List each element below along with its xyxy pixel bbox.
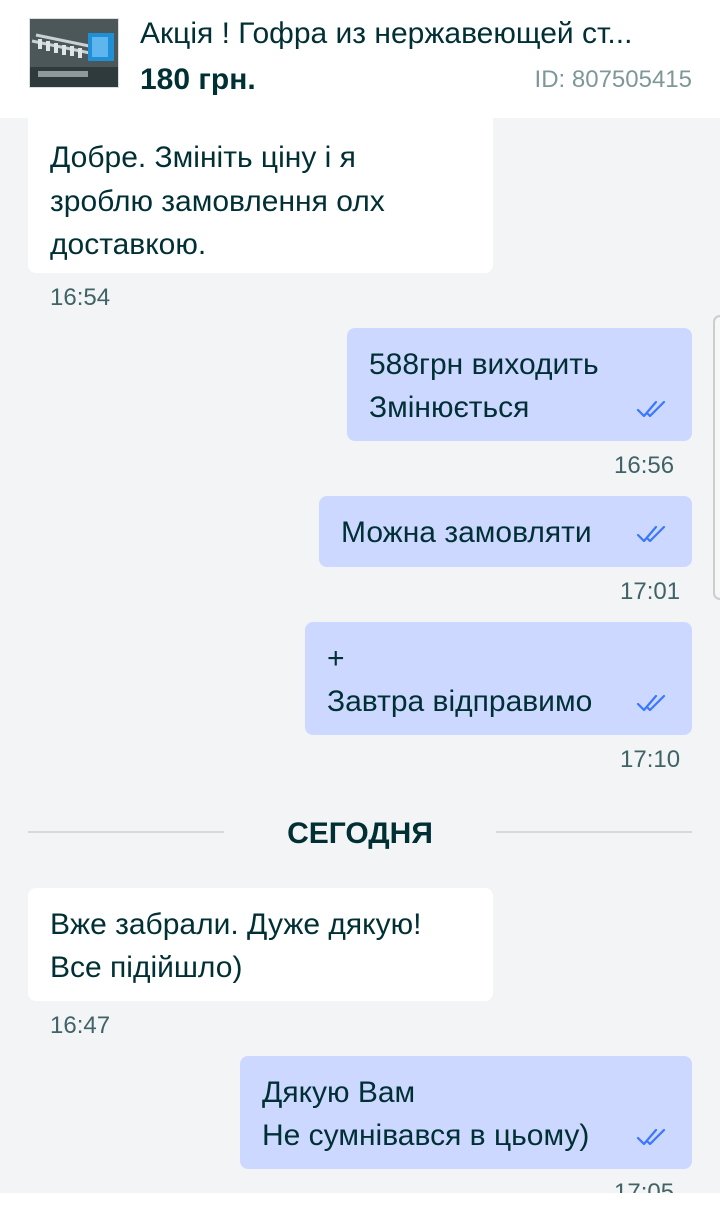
message-time: 16:54	[50, 284, 111, 311]
message-text-line: Не сумнівався в цьому)	[262, 1119, 590, 1152]
read-ticks-icon	[636, 525, 666, 543]
read-ticks-icon	[636, 1128, 666, 1146]
ad-title[interactable]: Акція ! Гофра из нержавеющей ст...	[140, 16, 700, 52]
ad-id: ID: 807505415	[534, 66, 692, 93]
message-outgoing[interactable]: Дякую Вам Не сумнівався в цьому)	[240, 1056, 692, 1169]
ad-thumbnail[interactable]	[29, 18, 119, 88]
message-text-line: Можна замовляти	[341, 516, 592, 549]
message-text-line: Завтра відправимо	[327, 685, 593, 718]
message-text-line: Змінюється	[369, 391, 530, 424]
bottom-bar	[0, 1193, 720, 1211]
date-separator: СЕГОДНЯ	[287, 817, 433, 850]
message-incoming[interactable]: Добре. Змініть ціну і я зроблю замовленн…	[28, 110, 493, 273]
message-outgoing[interactable]: 588грн виходить Змінюється	[347, 328, 692, 441]
message-outgoing[interactable]: Можна замовляти	[319, 496, 692, 567]
message-time: 17:01	[620, 578, 681, 605]
message-time: 16:47	[50, 1012, 111, 1039]
message-time: 17:10	[620, 746, 681, 773]
message-outgoing[interactable]: + Завтра відправимо	[305, 622, 692, 735]
message-text-line: Дякую Вам	[262, 1076, 416, 1109]
message-incoming[interactable]: Вже забрали. Дуже дякую! Все підійшло)	[28, 888, 493, 1001]
message-text-line: зроблю замовлення олх	[50, 185, 385, 218]
message-text-line: Добре. Змініть ціну і я	[50, 141, 356, 174]
read-ticks-icon	[636, 400, 666, 418]
scrollbar-thumb[interactable]	[713, 315, 720, 600]
message-text-line: Все підійшло)	[50, 951, 243, 984]
message-text-line: Вже забрали. Дуже дякую!	[50, 908, 422, 941]
message-text-line: +	[327, 642, 345, 675]
message-text-line: 588грн виходить	[369, 348, 599, 381]
ad-price: 180 грн.	[140, 63, 256, 96]
read-ticks-icon	[636, 694, 666, 712]
message-time: 16:56	[614, 452, 675, 479]
ad-header[interactable]: Акція ! Гофра из нержавеющей ст... 180 г…	[0, 0, 720, 118]
message-text-line: доставкою.	[50, 228, 207, 261]
